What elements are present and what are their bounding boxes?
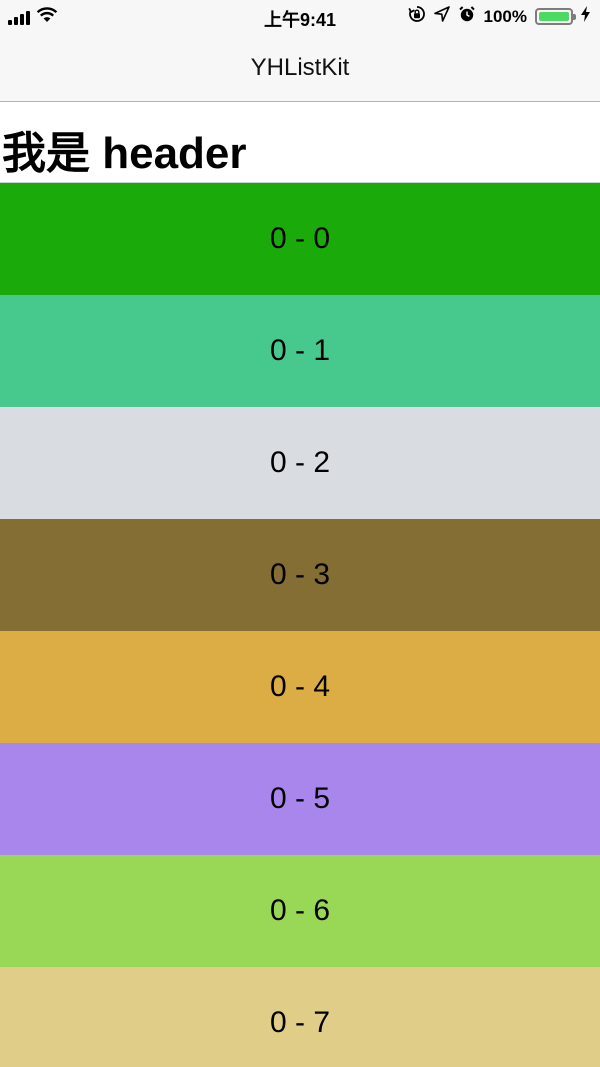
cell-label: 0 - 7	[269, 1006, 331, 1039]
app-screen: 上午9:41 100% YHListKit 我是 header 0 - 0 0 …	[0, 0, 600, 1067]
cell-label: 0 - 0	[269, 222, 331, 255]
collection-list: 0 - 0 0 - 1 0 - 2 0 - 3 0 - 4 0 - 5 0 - 6 0 - 7	[0, 183, 600, 1067]
cell-label: 0 - 2	[269, 446, 331, 479]
charging-bolt-icon	[581, 6, 590, 27]
list-cell[interactable]: 0 - 6	[0, 855, 600, 967]
alarm-clock-icon	[458, 5, 476, 28]
navigation-bar: YHListKit	[0, 34, 600, 102]
list-cell[interactable]: 0 - 2	[0, 407, 600, 519]
nav-title: YHListKit	[250, 54, 350, 81]
list-cell[interactable]: 0 - 4	[0, 631, 600, 743]
list-cell[interactable]: 0 - 7	[0, 967, 600, 1067]
cell-label: 0 - 3	[269, 558, 331, 591]
battery-percent: 100%	[483, 6, 527, 26]
status-bar-right: 100%	[407, 5, 590, 28]
list-cell[interactable]: 0 - 3	[0, 519, 600, 631]
battery-fill	[539, 12, 569, 21]
list-cell[interactable]: 0 - 0	[0, 183, 600, 295]
cell-label: 0 - 1	[269, 334, 331, 367]
section-header-title: 我是 header	[2, 129, 247, 178]
status-bar: 上午9:41 100%	[0, 0, 600, 34]
section-header: 我是 header	[0, 103, 600, 183]
list-cell[interactable]: 0 - 1	[0, 295, 600, 407]
cell-label: 0 - 5	[269, 782, 331, 815]
battery-icon	[535, 8, 576, 25]
rotation-lock-icon	[407, 5, 426, 28]
cell-label: 0 - 4	[269, 670, 331, 703]
location-arrow-icon	[433, 6, 450, 27]
cell-label: 0 - 6	[269, 894, 331, 927]
list-cell[interactable]: 0 - 5	[0, 743, 600, 855]
